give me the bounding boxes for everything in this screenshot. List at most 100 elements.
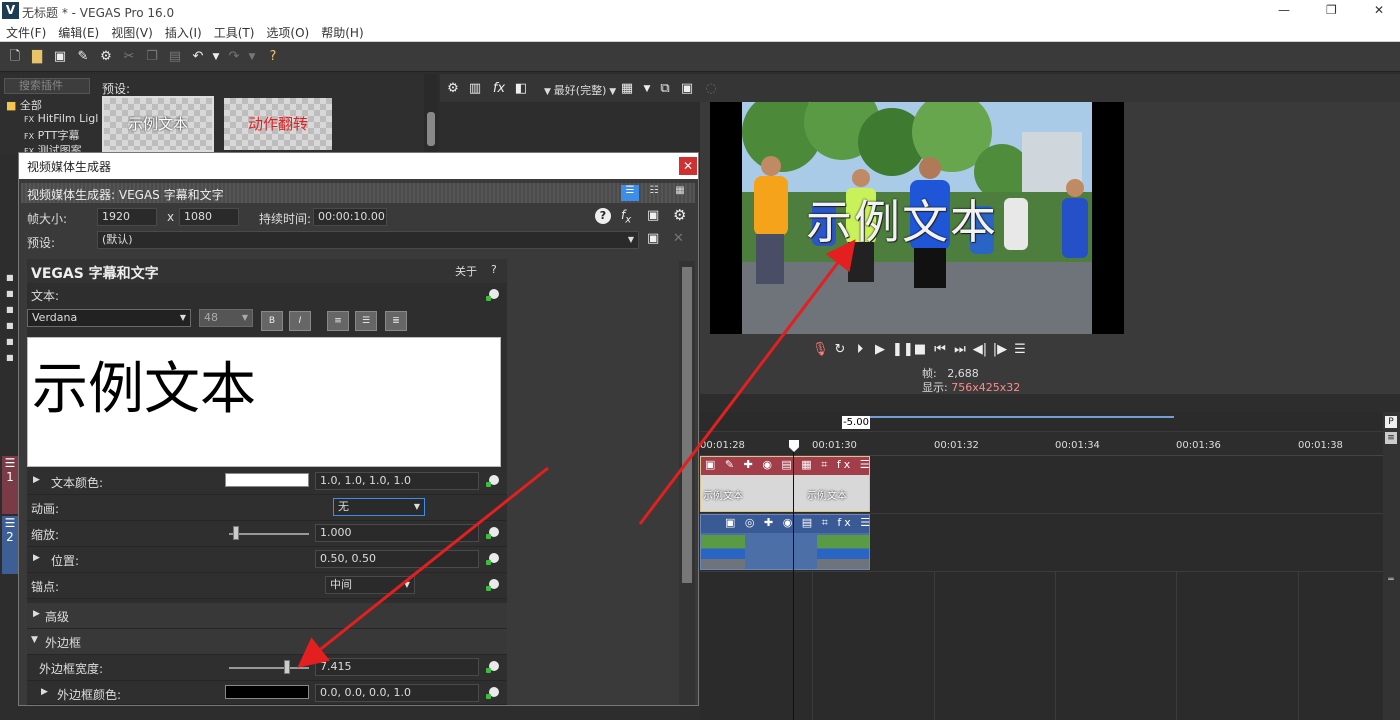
tree-item-hitfilm[interactable]: FX HitFilm Ligl xyxy=(24,112,98,125)
scale-slider[interactable] xyxy=(229,533,309,535)
scale-value[interactable]: 1.000 xyxy=(315,524,479,542)
redo-icon[interactable]: ↷ xyxy=(225,48,243,66)
plugin-help-link[interactable]: ? xyxy=(491,263,497,276)
expand-chevron-icon[interactable]: ▶ xyxy=(33,475,40,485)
menu-help[interactable]: 帮助(H) xyxy=(315,22,369,41)
outline-section[interactable]: ▼ 外边框 xyxy=(27,629,507,655)
bold-button[interactable]: B xyxy=(261,311,283,331)
expand-chevron-icon[interactable]: ▶ xyxy=(33,553,40,563)
playback-rate-box[interactable]: -5.00 xyxy=(842,416,870,429)
save-preset-icon[interactable]: ▣ xyxy=(647,231,659,246)
outline-width-value[interactable]: 7.415 xyxy=(315,658,479,676)
dialog-close-button[interactable]: ✕ xyxy=(679,157,697,175)
save-as-icon[interactable]: ✎ xyxy=(74,48,92,66)
menu-insert[interactable]: 插入(I) xyxy=(159,22,208,41)
minimize-button[interactable]: — xyxy=(1278,3,1290,17)
outline-color-swatch[interactable] xyxy=(225,685,309,699)
align-right-button[interactable]: ≣ xyxy=(385,311,407,331)
text-color-value[interactable]: 1.0, 1.0, 1.0, 1.0 xyxy=(315,472,479,490)
align-center-button[interactable]: ☰ xyxy=(355,311,377,331)
undo-dropdown-icon[interactable]: ▼ xyxy=(207,48,225,66)
track-1-header[interactable]: ☰ 1 xyxy=(2,456,18,514)
pause-icon[interactable]: ❚❚ xyxy=(892,342,914,358)
italic-button[interactable]: I xyxy=(289,311,311,331)
preset-sample-text[interactable]: 示例文本 xyxy=(102,96,214,152)
animate-text-icon[interactable] xyxy=(486,289,499,301)
menu-view[interactable]: 视图(V) xyxy=(105,22,159,41)
outline-color-value[interactable]: 0.0, 0.0, 0.0, 1.0 xyxy=(315,684,479,702)
copy-icon[interactable]: ❐ xyxy=(143,48,161,66)
delete-preset-icon[interactable]: ✕ xyxy=(673,231,684,246)
save-snapshot-icon[interactable]: ▣ xyxy=(678,80,696,98)
expand-chevron-icon[interactable]: ▶ xyxy=(33,609,40,619)
go-to-start-icon[interactable]: ⏮ xyxy=(932,342,948,358)
timeline-ruler[interactable]: 00:01:28 00:01:30 00:01:32 00:01:34 00:0… xyxy=(700,432,1383,456)
animate-outline-width-icon[interactable] xyxy=(486,661,499,673)
device-icon[interactable]: ▥ xyxy=(466,80,484,98)
tree-item-all[interactable]: ■ 全部 xyxy=(6,97,42,113)
duration-input[interactable]: 00:00:10.00 xyxy=(313,208,387,226)
prev-frame-icon[interactable]: ◀| xyxy=(972,342,988,358)
position-value[interactable]: 0.50, 0.50 xyxy=(315,550,479,568)
scale-slider-knob[interactable] xyxy=(233,526,239,540)
stop-icon[interactable]: ■ xyxy=(912,342,928,358)
fx-icon[interactable]: fx xyxy=(490,80,508,98)
split-screen-icon[interactable]: ◧ xyxy=(512,80,530,98)
animation-dropdown[interactable]: 无 ▼ xyxy=(333,498,425,516)
dialog-scrollbar[interactable] xyxy=(679,261,695,705)
view-details-icon[interactable]: ☷ xyxy=(645,185,663,201)
video-clip[interactable]: ▣ ◎ ✚ ◉ ▤ ⌗ fx ☰ xyxy=(700,514,870,570)
animate-text-color-icon[interactable] xyxy=(486,475,499,487)
redo-dropdown-icon[interactable]: ▼ xyxy=(243,48,261,66)
text-color-swatch[interactable] xyxy=(225,473,309,487)
paste-icon[interactable]: ▤ xyxy=(166,48,184,66)
view-grid-icon[interactable]: ▦ xyxy=(671,185,689,201)
outline-width-slider[interactable] xyxy=(229,667,309,669)
animate-anchor-icon[interactable] xyxy=(486,579,499,591)
explorer-scrollbar[interactable] xyxy=(424,74,438,154)
tree-item-test-pattern[interactable]: FX 测试图案 xyxy=(24,142,82,152)
width-input[interactable]: 1920 xyxy=(97,208,157,226)
play-from-start-icon[interactable]: ⏵ xyxy=(852,342,868,358)
overlays-dropdown-icon[interactable]: ▼ xyxy=(638,80,656,98)
plugin-settings-gear-icon[interactable]: ⚙ xyxy=(673,206,686,224)
menu-edit[interactable]: 编辑(E) xyxy=(52,22,105,41)
settings-gear-icon[interactable]: ⚙ xyxy=(97,48,115,66)
animate-scale-icon[interactable] xyxy=(486,527,499,539)
open-folder-icon[interactable]: ▇ xyxy=(28,48,46,66)
go-to-end-icon[interactable]: ⏭ xyxy=(952,342,968,358)
help-pointer-icon[interactable]: ? xyxy=(264,48,282,66)
collapse-chevron-icon[interactable]: ▼ xyxy=(31,635,38,645)
animate-outline-color-icon[interactable] xyxy=(486,687,499,699)
outline-width-slider-knob[interactable] xyxy=(283,660,290,674)
preset-action-flip[interactable]: 动作翻转 xyxy=(222,96,334,152)
close-window-button[interactable]: ✕ xyxy=(1374,3,1384,17)
menu-tools[interactable]: 工具(T) xyxy=(208,22,261,41)
menu-file[interactable]: 文件(F) xyxy=(0,22,52,41)
expand-chevron-icon[interactable]: ▶ xyxy=(41,687,48,697)
overlays-grid-icon[interactable]: ▦ xyxy=(618,80,636,98)
text-clip-icons[interactable]: ▣ ✎ ✚ ◉ ▤ ▦ ⌗ fx ☰ xyxy=(705,458,873,472)
height-input[interactable]: 1080 xyxy=(179,208,239,226)
undo-icon[interactable]: ↶ xyxy=(189,48,207,66)
video-clip-icons[interactable]: ▣ ◎ ✚ ◉ ▤ ⌗ fx ☰ xyxy=(725,516,873,530)
advanced-section[interactable]: ▶ 高级 xyxy=(27,603,507,629)
fx-plugin-icon[interactable]: fx xyxy=(621,208,631,225)
text-edit-area[interactable]: 示例文本 xyxy=(27,337,501,467)
font-size-dropdown[interactable]: 48 ▼ xyxy=(199,309,253,327)
track-2-header[interactable]: ☰ 2 xyxy=(2,516,18,574)
auto-preview-icon[interactable]: ◌ xyxy=(702,80,720,98)
copy-snapshot-icon[interactable]: ⧉ xyxy=(656,80,674,98)
cut-icon[interactable]: ✂ xyxy=(120,48,138,66)
anchor-dropdown[interactable]: 中间 ▼ xyxy=(325,576,415,594)
loop-icon[interactable]: ↻ xyxy=(832,342,848,358)
new-file-icon[interactable]: 🗋 xyxy=(6,48,24,66)
play-icon[interactable]: ▶ xyxy=(872,342,888,358)
font-dropdown[interactable]: Verdana ▼ xyxy=(27,309,191,327)
animate-position-icon[interactable] xyxy=(486,553,499,565)
loop-region-bar[interactable] xyxy=(870,416,1174,418)
help-icon[interactable]: ? xyxy=(595,208,611,224)
track-resize-handle[interactable]: ═ xyxy=(1385,576,1397,585)
view-list-icon[interactable]: ☰ xyxy=(621,185,639,201)
transport-menu-icon[interactable]: ☰ xyxy=(1012,342,1028,358)
